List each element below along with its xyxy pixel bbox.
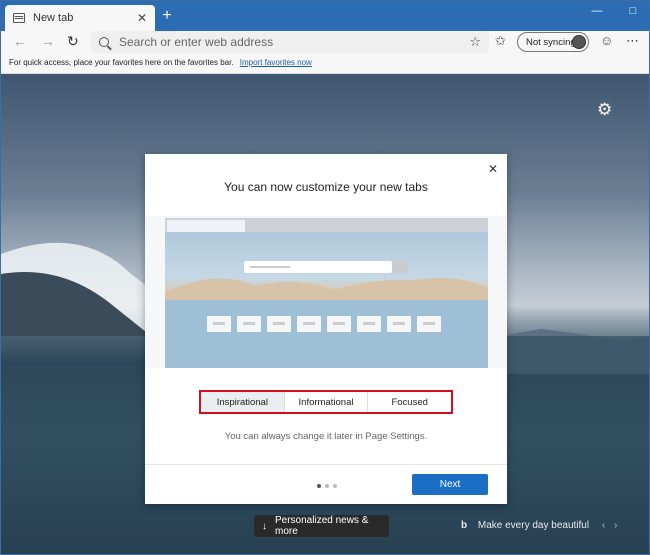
- preview-tile: [387, 316, 411, 332]
- divider: [145, 464, 507, 465]
- search-icon: [99, 37, 109, 47]
- page-icon: [13, 13, 25, 23]
- dialog-title: You can now customize your new tabs: [224, 180, 428, 194]
- browser-window: New tab ✕ + — □ ← → ↻ Search or enter we…: [0, 0, 650, 555]
- toolbar: ← → ↻ Search or enter web address ☆ ✩ No…: [1, 31, 649, 53]
- more-icon[interactable]: ⋯: [626, 33, 639, 49]
- preview-tile: [417, 316, 441, 332]
- refresh-icon[interactable]: ↻: [67, 33, 79, 50]
- avatar: [572, 35, 586, 49]
- prev-arrow-icon[interactable]: ‹: [602, 520, 605, 531]
- preview-search-box: [244, 261, 392, 273]
- window-controls: — □: [579, 1, 649, 31]
- tab-title: New tab: [33, 12, 74, 24]
- forward-arrow-icon[interactable]: →: [41, 33, 55, 49]
- option-informational[interactable]: Informational: [285, 392, 369, 412]
- preview-landscape-icon: [165, 277, 488, 368]
- preview-tile: [237, 316, 261, 332]
- option-inspirational[interactable]: Inspirational: [201, 392, 285, 412]
- pager-dot: [317, 484, 321, 488]
- preview-tile: [357, 316, 381, 332]
- personalized-news-button[interactable]: ↓ Personalized news & more: [254, 515, 389, 537]
- minimize-icon[interactable]: —: [579, 1, 615, 23]
- favorites-bar: For quick access, place your favorites h…: [1, 53, 649, 74]
- feedback-icon[interactable]: ☺: [600, 33, 613, 48]
- tab-new-tab[interactable]: New tab ✕: [5, 5, 155, 31]
- settings-hint: You can always change it later in Page S…: [224, 431, 428, 442]
- layout-preview-area: [145, 216, 507, 368]
- sync-button[interactable]: Not syncing: [517, 32, 589, 52]
- favorites-bar-text: For quick access, place your favorites h…: [9, 58, 234, 67]
- star-icon[interactable]: ☆: [469, 34, 481, 50]
- preview-tile: [207, 316, 231, 332]
- layout-selector: Inspirational Informational Focused: [199, 390, 453, 414]
- preview-tile: [297, 316, 321, 332]
- preview-tile: [267, 316, 291, 332]
- pager-dot: [325, 484, 329, 488]
- caption-text: Make every day beautiful: [477, 520, 590, 531]
- back-arrow-icon[interactable]: ←: [13, 33, 27, 49]
- pager-dots: [317, 484, 337, 488]
- import-favorites-link[interactable]: Import favorites now: [240, 58, 312, 67]
- new-tab-button[interactable]: +: [159, 7, 175, 25]
- next-arrow-icon[interactable]: ›: [614, 520, 617, 531]
- option-focused[interactable]: Focused: [368, 392, 451, 412]
- layout-preview: [165, 218, 488, 368]
- preview-tiles: [207, 316, 441, 332]
- customize-dialog: ✕ You can now customize your new tabs In…: [145, 154, 507, 504]
- down-arrow-icon: ↓: [262, 520, 267, 532]
- address-placeholder: Search or enter web address: [119, 35, 274, 49]
- close-icon[interactable]: ✕: [488, 162, 498, 176]
- preview-tile: [327, 316, 351, 332]
- star-list-icon[interactable]: ✩: [495, 33, 506, 49]
- tab-close-icon[interactable]: ✕: [137, 11, 147, 25]
- preview-search-button: [392, 261, 408, 273]
- preview-tab: [167, 220, 245, 232]
- pager-dot: [333, 484, 337, 488]
- personalized-news-label: Personalized news & more: [275, 515, 369, 537]
- sync-label: Not syncing: [526, 36, 576, 48]
- image-caption: b Make every day beautiful ‹ ›: [461, 520, 617, 531]
- address-bar[interactable]: Search or enter web address ☆: [91, 31, 489, 53]
- bing-icon: b: [461, 520, 468, 531]
- gear-icon[interactable]: ⚙: [597, 100, 612, 120]
- title-bar: New tab ✕ + — □: [1, 1, 649, 31]
- maximize-icon[interactable]: □: [615, 1, 649, 23]
- next-button[interactable]: Next: [412, 474, 488, 495]
